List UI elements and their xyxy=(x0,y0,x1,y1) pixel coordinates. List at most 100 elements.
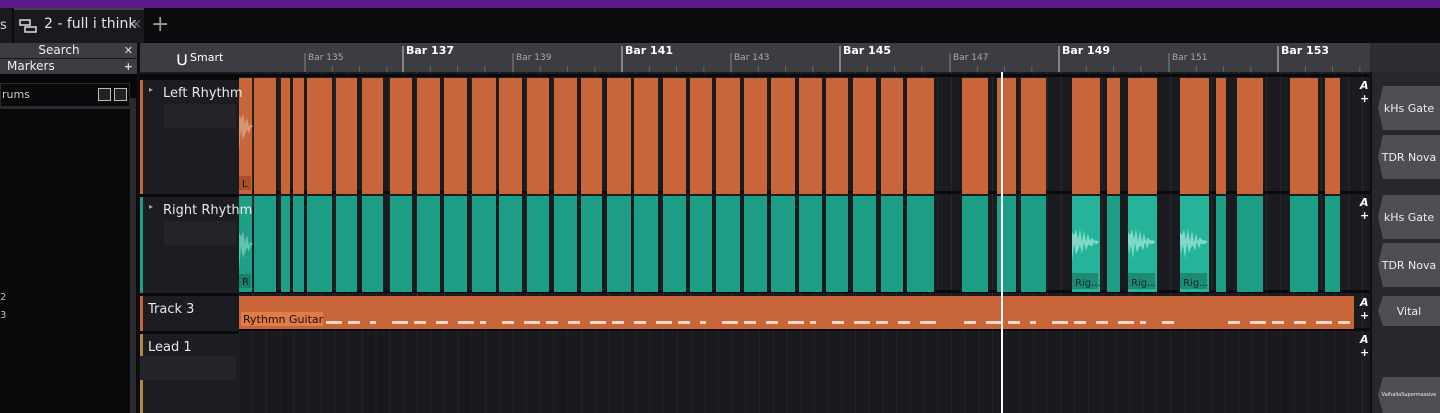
browser-panel: Search ✕ Markers + rums 2 3 xyxy=(0,43,137,413)
timeline-ruler[interactable]: ⋃ Smart Bar 135 Bar 137 Bar 139 Bar 141 Bar … xyxy=(140,43,1370,72)
midi-note xyxy=(722,321,738,324)
midi-note xyxy=(1030,321,1036,324)
clip-left-rhythm xyxy=(554,78,577,194)
track-header-left-rhythm[interactable]: ▸ Left Rhythm xyxy=(140,77,243,194)
search-header[interactable]: Search ✕ xyxy=(0,43,137,58)
clip-right-rhythm xyxy=(1237,196,1263,292)
markers-header[interactable]: Markers + xyxy=(0,58,137,74)
clip-label: L xyxy=(242,179,248,190)
clip-left-rhythm xyxy=(281,78,290,194)
playhead[interactable] xyxy=(1001,72,1003,413)
tab-previous[interactable]: s xyxy=(0,8,12,43)
track-name[interactable]: Track 3 xyxy=(148,302,194,317)
bar-label: Bar 145 xyxy=(843,44,891,57)
bar-label: Bar 153 xyxy=(1281,44,1329,57)
track-control-slot xyxy=(164,221,236,245)
add-automation-icon[interactable]: + xyxy=(1360,346,1369,359)
add-automation-icon[interactable]: + xyxy=(1360,309,1369,322)
close-icon[interactable]: ✕ xyxy=(124,43,133,58)
clip-right-rhythm xyxy=(1021,196,1046,292)
clip-left-rhythm xyxy=(1325,78,1340,194)
fx-column: kHs Gate TDR Nova kHs Gate TDR Nova Vita… xyxy=(1372,72,1440,413)
browser-path-row[interactable]: rums xyxy=(0,83,130,107)
midi-note xyxy=(1316,321,1332,324)
track-header-right-rhythm[interactable]: ▸ Right Rhythm xyxy=(140,194,252,293)
track-separator xyxy=(140,74,1370,77)
clip-left-rhythm xyxy=(1021,78,1046,194)
clip-label: R xyxy=(242,277,249,288)
midi-note xyxy=(370,321,376,324)
clip-left-rhythm xyxy=(962,78,988,194)
midi-note xyxy=(1228,321,1240,324)
add-automation-icon[interactable]: + xyxy=(1360,92,1369,105)
clip-label: Rythmn Guitar xyxy=(243,313,324,326)
folder-icon[interactable] xyxy=(114,88,127,101)
clip-left-rhythm xyxy=(254,78,276,194)
clip-right-rhythm xyxy=(799,196,822,292)
clip-left-rhythm xyxy=(634,78,658,194)
add-tab-button[interactable]: + xyxy=(151,12,169,38)
expand-arrow-icon[interactable]: ▸ xyxy=(149,85,153,94)
fx-slot[interactable]: TDR Nova xyxy=(1378,135,1440,179)
midi-note xyxy=(766,321,778,324)
midi-note xyxy=(568,321,580,324)
automation-button[interactable]: A xyxy=(1360,333,1369,346)
clip-left-rhythm xyxy=(581,78,602,194)
fx-label: TDR Nova xyxy=(1381,150,1437,164)
track-header-lead-1[interactable]: Lead 1 xyxy=(140,331,239,413)
tab-active[interactable]: 2 - full i think × xyxy=(14,8,144,43)
clip-right-rhythm xyxy=(307,196,332,292)
clip-left-rhythm xyxy=(527,78,549,194)
clip-right-rhythm xyxy=(607,196,631,292)
arrange-area[interactable]: Rig... Rig... Rig... L R Rythmn Guitar xyxy=(140,72,1370,413)
fx-slot[interactable]: Vital xyxy=(1378,296,1440,326)
add-automation-icon[interactable]: + xyxy=(1360,209,1369,222)
clip-left-rhythm xyxy=(499,78,522,194)
fx-slot[interactable]: kHs Gate xyxy=(1378,86,1440,130)
fx-slot[interactable]: ValhallaSupermassive xyxy=(1378,377,1440,413)
midi-note xyxy=(788,321,804,324)
fx-slot[interactable]: kHs Gate xyxy=(1378,195,1440,239)
clip-right-rhythm xyxy=(907,196,934,292)
automation-button[interactable]: A xyxy=(1360,79,1369,92)
ruler-spacer xyxy=(1370,43,1440,72)
clip-right-rhythm xyxy=(281,196,290,292)
bar-label: Bar 137 xyxy=(406,44,454,57)
add-marker-icon[interactable]: + xyxy=(124,59,133,74)
fx-label: ValhallaSupermassive xyxy=(1381,392,1437,398)
midi-note xyxy=(326,321,342,324)
expand-arrow-icon[interactable]: ▸ xyxy=(149,202,153,211)
midi-note xyxy=(744,321,756,324)
ruler-ticks: Bar 135 Bar 137 Bar 139 Bar 141 Bar 143 Bar 1… xyxy=(304,44,1361,72)
clip-label: Rig... xyxy=(1183,278,1209,289)
tab-track-icon xyxy=(19,19,37,33)
track-control-slot xyxy=(140,356,236,380)
clip-right-rhythm xyxy=(472,196,496,292)
clips-canvas[interactable]: Rig... Rig... Rig... L R Rythmn Guitar xyxy=(140,72,1370,413)
search-label: Search xyxy=(38,43,80,57)
list-item[interactable]: 2 xyxy=(0,292,6,303)
track-name[interactable]: Lead 1 xyxy=(148,340,192,355)
track-header-track-3[interactable]: Track 3 xyxy=(140,293,239,331)
automation-button[interactable]: A xyxy=(1360,296,1369,309)
midi-note xyxy=(678,321,690,324)
clip-left-rhythm xyxy=(293,78,304,194)
clip-left-rhythm xyxy=(390,78,412,194)
midi-note xyxy=(964,321,976,324)
clip-left-rhythm xyxy=(307,78,332,194)
clip-right-rhythm xyxy=(744,196,767,292)
tab-close-icon[interactable]: × xyxy=(131,17,142,32)
fx-slot[interactable]: TDR Nova xyxy=(1378,243,1440,287)
midi-note xyxy=(502,321,514,324)
fx-label: kHs Gate xyxy=(1383,101,1435,115)
midi-note xyxy=(612,321,624,324)
track-name[interactable]: Left Rhythm xyxy=(163,86,243,101)
clip-left-rhythm xyxy=(853,78,876,194)
track-name[interactable]: Right Rhythm xyxy=(163,203,252,218)
midi-note xyxy=(1118,321,1134,324)
folder-up-icon[interactable] xyxy=(98,88,111,101)
list-item[interactable]: 3 xyxy=(0,310,6,321)
divider xyxy=(0,107,130,109)
automation-button[interactable]: A xyxy=(1360,196,1369,209)
browser-scrollbar[interactable] xyxy=(130,98,136,413)
